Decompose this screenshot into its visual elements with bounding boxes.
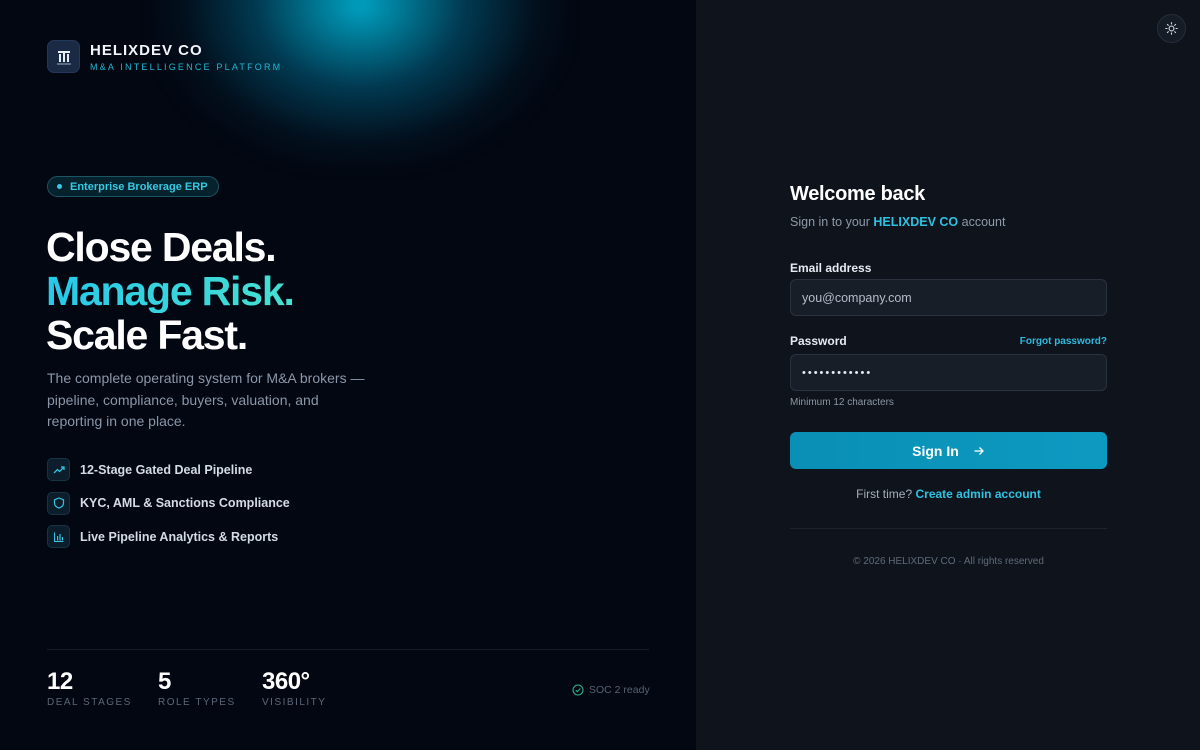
stat-label: VISIBILITY [262, 697, 327, 708]
stats-divider [47, 649, 649, 650]
password-label-row: Password Forgot password? [790, 334, 1107, 348]
create-admin-link[interactable]: Create admin account [915, 487, 1040, 501]
sign-in-button[interactable]: Sign In [790, 432, 1107, 469]
subtitle-account: HELIXDEV CO [873, 215, 959, 229]
stat-label: DEAL STAGES [47, 697, 132, 708]
hero-description: The complete operating system for M&A br… [47, 370, 365, 429]
pill-label: Enterprise Brokerage ERP [70, 180, 208, 193]
bar-chart-icon [47, 525, 70, 548]
check-circle-icon [572, 684, 584, 696]
brand-tagline: M&A INTELLIGENCE PLATFORM [90, 61, 283, 72]
headline: Close Deals. Manage Risk. Scale Fast. [46, 224, 295, 358]
soc-badge: SOC 2 ready [572, 684, 650, 696]
subtitle-suffix: account [961, 215, 1006, 229]
brand: HELIXDEV CO M&A INTELLIGENCE PLATFORM [47, 40, 282, 73]
product-pill: Enterprise Brokerage ERP [47, 176, 219, 197]
hero-panel: HELIXDEV CO M&A INTELLIGENCE PLATFORM En… [0, 0, 696, 750]
feature-list: 12-Stage Gated Deal Pipeline KYC, AML & … [47, 458, 290, 559]
email-label-row: Email address [790, 261, 1107, 275]
arrow-right-icon [974, 446, 984, 455]
pill-dot [57, 184, 62, 189]
feature-item: 12-Stage Gated Deal Pipeline [47, 458, 290, 481]
feature-label: KYC, AML & Sanctions Compliance [80, 496, 290, 510]
password-hint: Minimum 12 characters [790, 397, 894, 408]
stat-role-types: 5 ROLE TYPES [158, 667, 236, 708]
shield-icon [47, 491, 70, 515]
password-label: Password [790, 334, 847, 348]
feature-item: KYC, AML & Sanctions Compliance [47, 491, 290, 515]
feature-item: Live Pipeline Analytics & Reports [47, 525, 290, 548]
first-time-text: First time? [856, 487, 913, 501]
headline-line-3: Scale Fast. [46, 312, 248, 358]
stat-label: ROLE TYPES [158, 697, 236, 708]
headline-line-2: Manage Risk. [46, 268, 295, 314]
brand-name: HELIXDEV CO [90, 41, 203, 59]
feature-label: Live Pipeline Analytics & Reports [80, 529, 279, 544]
theme-toggle-button[interactable] [1157, 14, 1186, 43]
hero-glow [150, 0, 570, 170]
email-field[interactable]: you@company.com [790, 279, 1107, 316]
form-divider [790, 528, 1107, 529]
sun-icon [1165, 22, 1178, 35]
stat-value: 360° [262, 668, 310, 695]
password-field[interactable]: •••••••••••• [790, 354, 1107, 391]
sign-in-form: Welcome back Sign in to your HELIXDEV CO… [790, 183, 1107, 567]
soc-label: SOC 2 ready [589, 684, 650, 696]
subtitle-prefix: Sign in to your [790, 215, 870, 229]
stat-visibility: 360° VISIBILITY [262, 667, 326, 708]
headline-line-1: Close Deals. [46, 224, 277, 270]
feature-label: 12-Stage Gated Deal Pipeline [80, 462, 253, 477]
logo [47, 40, 80, 73]
stat-value: 5 [158, 668, 171, 695]
form-subtitle: Sign in to your HELIXDEV CO account [790, 215, 1107, 229]
sign-in-label: Sign In [912, 442, 959, 459]
first-time-row: First time? Create admin account [790, 487, 1107, 501]
email-label: Email address [790, 261, 872, 275]
copyright: © 2026 HELIXDEV CO · All rights reserved [853, 556, 1044, 567]
forgot-password-link[interactable]: Forgot password? [1020, 336, 1107, 347]
trending-up-icon [47, 458, 70, 481]
stat-value: 12 [47, 668, 73, 695]
logo-mark-icon [56, 50, 71, 64]
stat-deal-stages: 12 DEAL STAGES [47, 667, 132, 708]
form-title: Welcome back [790, 183, 925, 205]
